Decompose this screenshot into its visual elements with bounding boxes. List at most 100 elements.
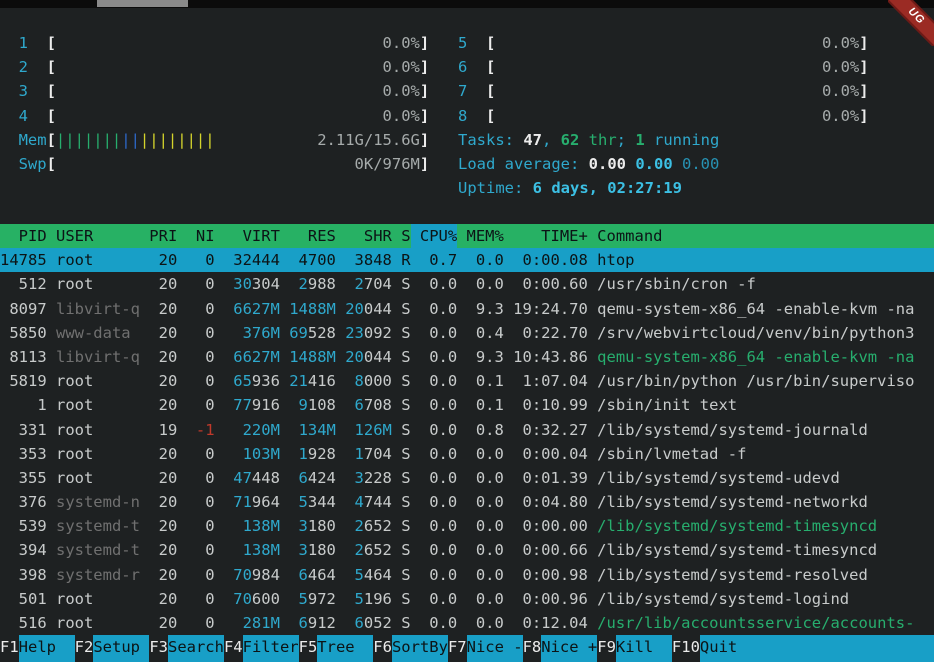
column-header-cpu-sorted[interactable]: CPU% [411, 224, 458, 248]
cell-pri: 20 [149, 345, 177, 369]
size-mb-part: 5 [355, 566, 364, 584]
table-row[interactable]: 394systemd-t200138M31802652S0.00.00:00.6… [0, 538, 934, 562]
cpu-meter-5: 5 [0.0%] [458, 31, 869, 55]
size-kb-part: 344 [308, 493, 336, 511]
meter-open-bracket: [ [47, 31, 56, 55]
size-kb-part: 304 [252, 275, 280, 293]
fkey-label-filter[interactable]: Filter [243, 635, 299, 662]
size-mb-part: 21 [289, 372, 308, 390]
fkey-f9[interactable]: F9 [597, 635, 616, 662]
scrollbar-thumb[interactable] [97, 0, 188, 7]
table-row[interactable]: 353root200103M19281704S0.00.00:00.04/sbi… [0, 442, 934, 466]
table-row[interactable]: 376systemd-n2007196453444744S0.00.00:04.… [0, 490, 934, 514]
cell-ni: 0 [177, 297, 214, 321]
cell-ni: 0 [177, 442, 214, 466]
fkey-label-nice-[interactable]: Nice + [541, 635, 597, 662]
column-header-s[interactable]: S [401, 224, 410, 248]
cell-mem-percent: 0.0 [457, 466, 504, 490]
fkey-label-search[interactable]: Search [168, 635, 224, 662]
fkey-label-setup[interactable]: Setup [93, 635, 149, 662]
table-row[interactable]: 512root2003030429882704S0.00.00:00.60/us… [0, 272, 934, 296]
cell-time: 0:00.98 [504, 563, 588, 587]
meter-open-bracket: [ [486, 79, 495, 103]
cell-pid: 14785 [0, 248, 47, 272]
table-row[interactable]: 501root2007060059725196S0.00.00:00.96/li… [0, 587, 934, 611]
meter-bar: 0.0% [56, 104, 420, 128]
size-megabytes: 126M [355, 421, 392, 439]
fkey-f2[interactable]: F2 [75, 635, 94, 662]
size-kb-part: 052 [364, 614, 392, 632]
column-header-virt[interactable]: VIRT [215, 224, 280, 248]
column-header-time[interactable]: TIME+ [504, 224, 588, 248]
size-mb-part: 2 [299, 275, 308, 293]
cell-time: 0:12.04 [504, 611, 588, 635]
fkey-label-kill[interactable]: Kill [616, 635, 672, 662]
table-row[interactable]: 8113libvirt-q2006627M1488M20044S0.09.310… [0, 345, 934, 369]
fkey-f4[interactable]: F4 [224, 635, 243, 662]
table-row[interactable]: 8097libvirt-q2006627M1488M20044S0.09.319… [0, 297, 934, 321]
table-row[interactable]: 539systemd-t200138M31802652S0.00.00:00.0… [0, 514, 934, 538]
cell-command: /lib/systemd/systemd-networkd [597, 490, 934, 514]
column-header-command[interactable]: Command [597, 224, 934, 248]
table-row[interactable]: 516root200281M69126052S0.00.00:12.04/usr… [0, 611, 934, 635]
table-row[interactable]: 5850www-data200376M6952823092S0.00.40:22… [0, 321, 934, 345]
cell-mem-percent: 0.8 [457, 418, 504, 442]
cell-ni: 0 [177, 369, 214, 393]
cell-command: /lib/systemd/systemd-logind [597, 587, 934, 611]
fkey-f3[interactable]: F3 [149, 635, 168, 662]
fkey-label-tree[interactable]: Tree [317, 635, 373, 662]
fkey-label-help[interactable]: Help [19, 635, 75, 662]
cell-state: S [401, 538, 410, 562]
cell-pid: 353 [0, 442, 47, 466]
cell-virt: 71964 [215, 490, 280, 514]
meter-open-bracket: [ [47, 152, 56, 176]
fkey-label-nice-[interactable]: Nice - [467, 635, 523, 662]
fkey-f6[interactable]: F6 [373, 635, 392, 662]
column-header-shr[interactable]: SHR [336, 224, 392, 248]
column-header-pri[interactable]: PRI [149, 224, 177, 248]
cell-res: 21416 [280, 369, 336, 393]
column-header-ni[interactable]: NI [177, 224, 214, 248]
size-kb-part: 416 [308, 372, 336, 390]
column-header-pid[interactable]: PID [0, 224, 47, 248]
table-row[interactable]: 355root2004744864243228S0.00.00:01.39/li… [0, 466, 934, 490]
table-row[interactable]: 398systemd-r2007098464645464S0.00.00:00.… [0, 563, 934, 587]
size-kb-part: 044 [364, 300, 392, 318]
meter-open-bracket: [ [486, 31, 495, 55]
tasks-summary: Tasks: 47, 62 thr; 1 running [458, 128, 869, 152]
cell-user: systemd-t [56, 538, 140, 562]
cell-cpu-percent: 0.0 [411, 321, 458, 345]
fkey-f10[interactable]: F10 [672, 635, 700, 662]
cell-pri: 20 [149, 466, 177, 490]
cell-ni: 0 [177, 490, 214, 514]
cell-res: 1928 [280, 442, 336, 466]
cell-pid: 355 [0, 466, 47, 490]
table-row[interactable]: 1root2007791691086708S0.00.10:10.99/sbin… [0, 393, 934, 417]
fkey-label-sortby[interactable]: SortBy [392, 635, 448, 662]
cell-user: root [56, 466, 140, 490]
size-mb-part: 8 [355, 372, 364, 390]
column-header-user[interactable]: USER [56, 224, 140, 248]
fkey-label-quit[interactable]: Quit [700, 635, 934, 662]
cell-time: 0:00.04 [504, 442, 588, 466]
fkey-f7[interactable]: F7 [448, 635, 467, 662]
meter-value: 0.0% [383, 31, 420, 55]
table-row[interactable]: 331root19-1220M134M126MS0.00.80:32.27/li… [0, 418, 934, 442]
meter-value: 0.0% [383, 104, 420, 128]
yellow-meter-pipes: |||||||| [140, 128, 215, 152]
meter-bar: |||||||||||||||||2.11G/15.6G [56, 128, 420, 152]
table-header[interactable]: PID USER PRINIVIRTRESSHR SCPU%MEM%TIME+ Comm… [0, 224, 934, 248]
column-header-mem[interactable]: MEM% [457, 224, 504, 248]
table-row[interactable]: 5819root20065936214168000S0.00.11:07.04/… [0, 369, 934, 393]
fkey-f5[interactable]: F5 [299, 635, 318, 662]
size-mb-part: 1 [355, 445, 364, 463]
cell-mem-percent: 9.3 [457, 345, 504, 369]
meter-value: 0.0% [383, 79, 420, 103]
fkey-f1[interactable]: F1 [0, 635, 19, 662]
fkey-f8[interactable]: F8 [523, 635, 542, 662]
cell-res: 4700 [280, 248, 336, 272]
cell-pri: 20 [149, 587, 177, 611]
size-kb-part: 848 [364, 251, 392, 269]
table-row[interactable]: 14785root2003244447003848R0.70.00:00.08h… [0, 248, 934, 272]
column-header-res[interactable]: RES [280, 224, 336, 248]
